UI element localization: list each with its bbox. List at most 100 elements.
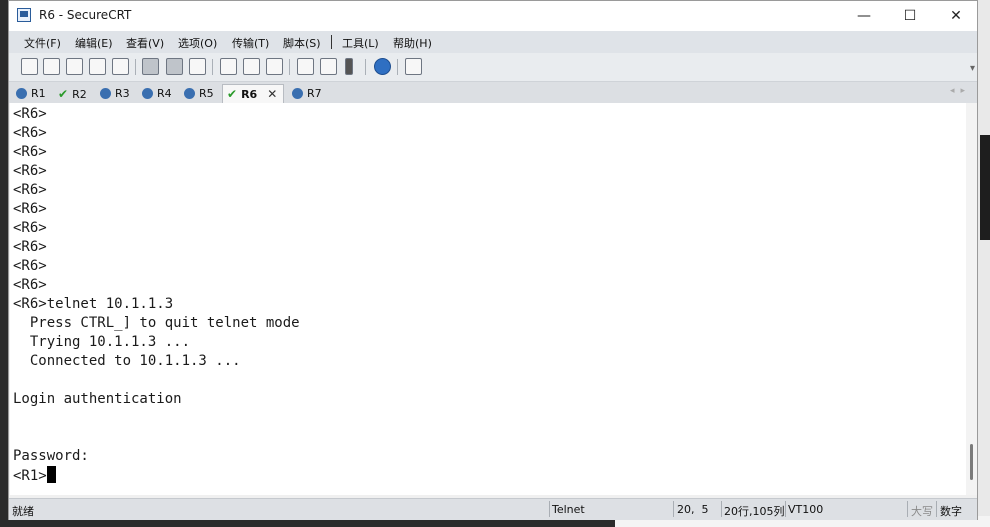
tab-r4[interactable]: R4 [142,85,172,103]
menu-view[interactable]: 查看(V) [126,35,164,51]
menu-help[interactable]: 帮助(H) [393,35,432,51]
help-icon[interactable] [374,58,391,75]
status-separator [907,501,908,517]
terminal-prompt-line: <R1> [13,466,300,485]
status-separator [549,501,550,517]
info-icon [100,87,111,99]
terminal-line: <R6>telnet 10.1.1.3 [13,296,174,312]
key-icon[interactable] [345,58,353,75]
terminal-line: <R6> [13,277,47,293]
terminal-line: <R6> [13,239,47,255]
menu-options[interactable]: 选项(O) [178,35,217,51]
tab-r3[interactable]: R3 [100,85,130,103]
terminal-line: <R6> [13,182,47,198]
maximize-button[interactable]: ☐ [887,1,933,31]
find-icon[interactable] [189,58,206,75]
toolbar-separator [397,59,398,75]
info-icon [142,87,153,99]
tab-label: R7 [307,87,322,100]
securecrt-window: R6 - SecureCRT — ☐ ✕ 文件(F) 编辑(E) 查看(V) 选… [8,0,978,520]
session-options-icon[interactable] [297,58,314,75]
status-separator [721,501,722,517]
menu-transfer[interactable]: 传输(T) [232,35,269,51]
connect-in-tab-icon[interactable] [66,58,83,75]
sftp-icon[interactable] [405,58,422,75]
toolbar-separator [289,59,290,75]
terminal-line: <R6> [13,163,47,179]
terminal-line: Trying 10.1.1.3 ... [13,334,191,350]
terminal-screen[interactable]: <R6> <R6> <R6> <R6> <R6> <R6> <R6> <R6> … [10,103,966,495]
tab-label: R4 [157,87,172,100]
status-separator [936,501,937,517]
global-options-icon[interactable] [320,58,337,75]
session-tab-bar: R1 ✔ R2 R3 R4 R5 ✔ R6 ✕ R7 ◂▸ [9,82,977,104]
background-window [980,135,990,240]
status-emulation: VT100 [788,503,824,516]
print-screen-icon[interactable] [220,58,237,75]
tab-r2[interactable]: ✔ R2 [58,85,87,103]
toolbar-separator [135,59,136,75]
print-selection-icon[interactable] [243,58,260,75]
status-bar: 就绪 Telnet 20, 5 20行,105列 VT100 大写 数字 [9,498,977,520]
menu-file[interactable]: 文件(F) [24,35,61,51]
desktop-background [978,0,990,527]
menu-script[interactable]: 脚本(S) [283,35,321,51]
tab-r7[interactable]: R7 [292,85,322,103]
connect-icon[interactable] [21,58,38,75]
tab-label: R1 [31,87,46,100]
toolbar-chevron-icon[interactable]: ▾ [970,63,975,74]
toolbar-separator [365,59,366,75]
status-ready: 就绪 [12,505,34,518]
status-terminal-size: 20行,105列 [724,505,785,518]
tab-r6[interactable]: ✔ R6 ✕ [222,84,285,104]
status-separator [785,501,786,517]
status-protocol: Telnet [552,503,585,516]
close-tab-icon[interactable]: ✕ [267,87,277,101]
terminal-line: <R6> [13,144,47,160]
securecrt-app-icon [17,8,31,22]
tab-r1[interactable]: R1 [16,85,46,103]
window-title: R6 - SecureCRT [39,8,132,22]
menu-edit[interactable]: 编辑(E) [75,35,113,51]
status-caps-lock: 大写 [911,505,933,518]
menu-bar: 文件(F) 编辑(E) 查看(V) 选项(O) 传输(T) 脚本(S) 工具(L… [9,31,977,53]
vertical-scrollbar[interactable] [966,103,977,495]
tab-scroll-arrows-icon[interactable]: ◂▸ [950,86,971,96]
toolbar-separator [212,59,213,75]
toolbar: ▾ [9,53,977,82]
info-icon [184,87,195,99]
scrollbar-thumb[interactable] [970,444,973,480]
menu-tools[interactable]: 工具(L) [342,35,379,51]
status-cursor-position: 20, 5 [677,503,709,516]
terminal-line: <R6> [13,201,47,217]
info-icon [292,87,303,99]
print-icon[interactable] [266,58,283,75]
terminal-line: <R6> [13,125,47,141]
terminal-output: <R6> <R6> <R6> <R6> <R6> <R6> <R6> <R6> … [13,105,300,485]
title-bar[interactable]: R6 - SecureCRT — ☐ ✕ [9,1,977,31]
text-cursor [46,466,56,483]
tab-r5[interactable]: R5 [184,85,214,103]
disconnect-icon[interactable] [112,58,129,75]
terminal-line: Login authentication [13,391,182,407]
status-num-lock: 数字 [940,505,962,518]
terminal-line: <R6> [13,106,47,122]
paste-icon[interactable] [166,58,183,75]
reconnect-icon[interactable] [89,58,106,75]
minimize-button[interactable]: — [841,1,887,31]
status-separator [673,501,674,517]
checkmark-icon: ✔ [227,87,238,101]
terminal-line: <R6> [13,220,47,236]
terminal-line: Connected to 10.1.1.3 ... [13,353,241,369]
copy-icon[interactable] [142,58,159,75]
quick-connect-icon[interactable] [43,58,60,75]
terminal-line: Press CTRL_] to quit telnet mode [13,315,300,331]
terminal-line: Password: [13,448,89,464]
checkmark-icon: ✔ [58,87,69,101]
tab-label: R6 [241,88,258,101]
terminal-prompt: <R1> [13,468,47,484]
close-button[interactable]: ✕ [933,1,979,31]
